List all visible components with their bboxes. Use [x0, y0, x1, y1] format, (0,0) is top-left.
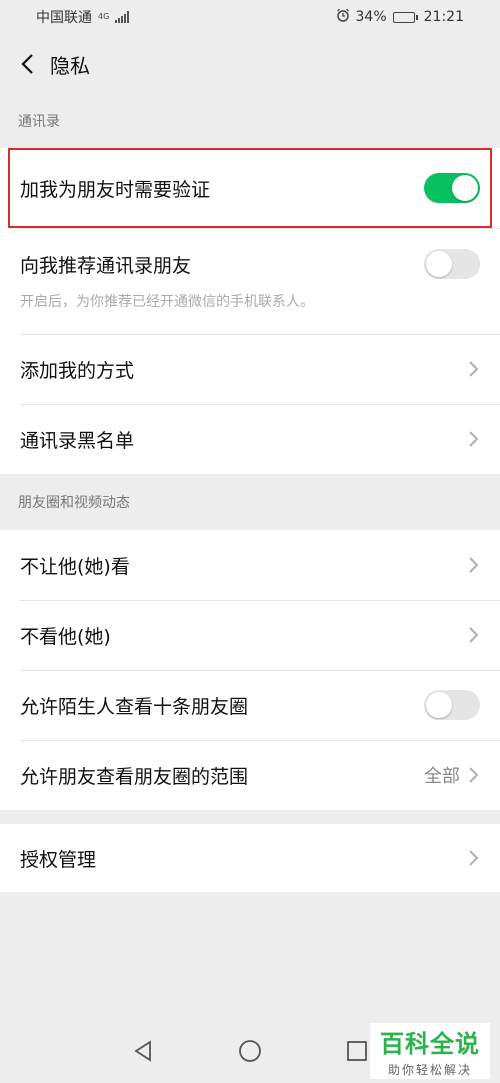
- battery-icon: [392, 11, 418, 23]
- chevron-right-icon: [469, 557, 479, 573]
- network-type: 4G: [98, 12, 110, 21]
- dont-see-label: 不看他(她): [20, 625, 111, 648]
- signal-icon: [115, 11, 130, 23]
- strangers-toggle[interactable]: [424, 690, 480, 720]
- range-value: 全部: [424, 766, 460, 787]
- nav-recents-icon[interactable]: [346, 1040, 368, 1066]
- hide-from-row[interactable]: 不让他(她)看: [0, 530, 500, 600]
- carrier-name: 中国联通: [36, 10, 92, 26]
- status-left: 中国联通 4G: [36, 7, 130, 27]
- strangers-label: 允许陌生人查看十条朋友圈: [20, 695, 249, 718]
- range-row[interactable]: 允许朋友查看朋友圈的范围 全部: [0, 740, 500, 810]
- chevron-right-icon: [469, 361, 479, 377]
- alarm-icon: [336, 8, 350, 26]
- moments-group: 不让他(她)看 不看他(她) 允许陌生人查看十条朋友圈 允许朋友查看朋友圈的范围…: [0, 530, 500, 810]
- add-methods-row[interactable]: 添加我的方式: [0, 334, 500, 404]
- page-title: 隐私: [50, 53, 90, 78]
- chevron-right-icon: [469, 850, 479, 866]
- chevron-right-icon: [469, 627, 479, 643]
- clock: 21:21: [423, 9, 464, 25]
- auth-label: 授权管理: [20, 848, 97, 871]
- hide-from-label: 不让他(她)看: [20, 555, 130, 578]
- recommend-label: 向我推荐通讯录朋友: [20, 254, 192, 277]
- auth-row[interactable]: 授权管理: [0, 824, 500, 892]
- nav-home-icon[interactable]: [238, 1039, 262, 1067]
- verify-label: 加我为朋友时需要验证: [20, 178, 211, 201]
- range-label: 允许朋友查看朋友圈的范围: [20, 765, 249, 788]
- recommend-row[interactable]: 向我推荐通讯录朋友 开启后，为你推荐已经开通微信的手机联系人。: [0, 228, 500, 334]
- verify-toggle[interactable]: [424, 173, 480, 203]
- back-icon[interactable]: [14, 51, 40, 77]
- section-label-contacts: 通讯录: [18, 114, 60, 130]
- watermark-main: 百科全说: [380, 1030, 480, 1058]
- battery-percent: 34%: [355, 9, 387, 25]
- recommend-description: 开启后，为你推荐已经开通微信的手机联系人。: [20, 294, 314, 310]
- blacklist-row[interactable]: 通讯录黑名单: [0, 404, 500, 474]
- nav-back-icon[interactable]: [132, 1040, 154, 1066]
- status-right: 34% 21:21: [336, 8, 464, 26]
- strangers-row[interactable]: 允许陌生人查看十条朋友圈: [0, 670, 500, 740]
- chevron-right-icon: [469, 431, 479, 447]
- auth-group: 授权管理: [0, 824, 500, 892]
- status-bar: 中国联通 4G 34% 21:21: [0, 0, 500, 34]
- section-label-moments: 朋友圈和视频动态: [18, 495, 130, 511]
- add-methods-label: 添加我的方式: [20, 359, 135, 382]
- title-bar: 隐私: [0, 34, 500, 94]
- chevron-right-icon: [469, 767, 479, 783]
- watermark-sub: 助你轻松解决: [387, 1063, 472, 1077]
- dont-see-row[interactable]: 不看他(她): [0, 600, 500, 670]
- blacklist-label: 通讯录黑名单: [20, 429, 135, 452]
- watermark-logo: 百科全说 助你轻松解决: [370, 1023, 490, 1079]
- recommend-toggle[interactable]: [424, 249, 480, 279]
- verify-row[interactable]: 加我为朋友时需要验证: [0, 148, 500, 228]
- contacts-group: 加我为朋友时需要验证 向我推荐通讯录朋友 开启后，为你推荐已经开通微信的手机联系…: [0, 148, 500, 474]
